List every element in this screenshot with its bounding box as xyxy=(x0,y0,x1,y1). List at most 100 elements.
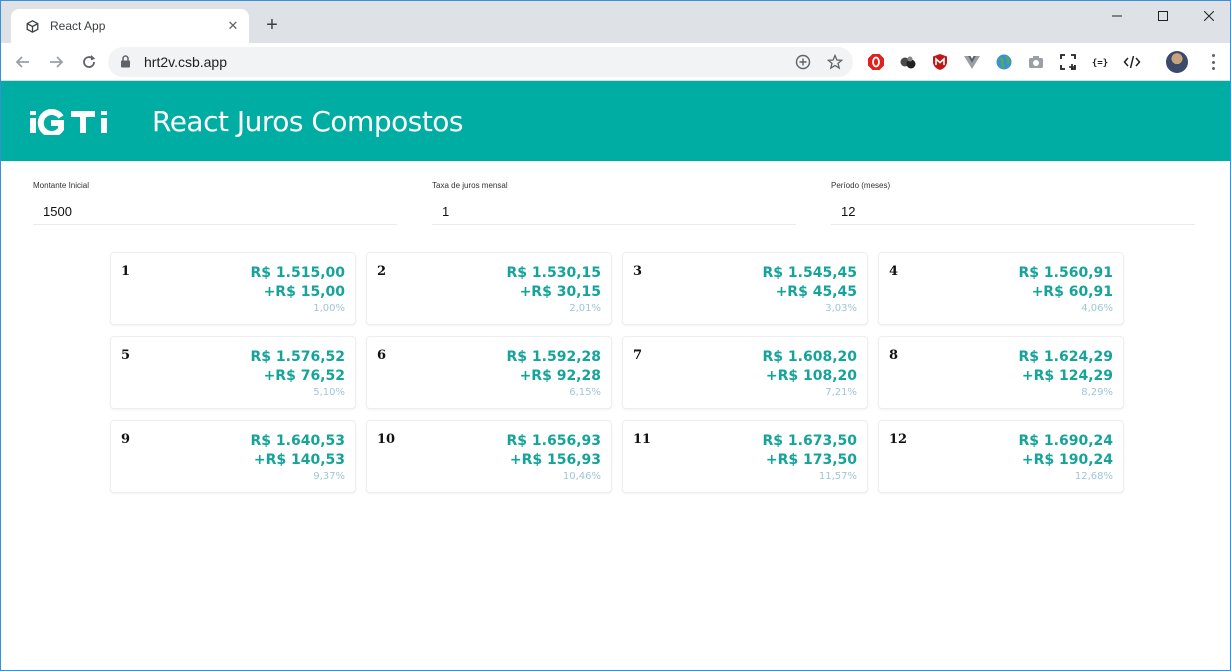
browser-window: React App ✕ + hrt2v.csb.app {=} React Ju… xyxy=(0,0,1231,671)
bookmark-star-icon[interactable] xyxy=(826,53,844,71)
card-percent: 9,37% xyxy=(313,471,345,482)
monthly-rate-field: Taxa de juros mensal xyxy=(432,181,796,225)
forward-arrow-icon[interactable] xyxy=(44,50,68,74)
card-month: 4 xyxy=(889,264,899,279)
browser-menu-icon[interactable] xyxy=(1205,52,1221,72)
form-row: Montante Inicial Taxa de juros mensal Pe… xyxy=(1,161,1230,231)
card-total: R$ 1.673,50 xyxy=(762,433,857,449)
extension-dots-icon[interactable] xyxy=(898,52,918,72)
card-month: 1 xyxy=(121,264,131,279)
installment-card: 4 R$ 1.560,91 +R$ 60,91 4,06% xyxy=(878,252,1124,325)
card-total: R$ 1.576,52 xyxy=(250,349,345,365)
card-total: R$ 1.656,93 xyxy=(506,433,601,449)
card-month: 11 xyxy=(633,432,652,447)
card-gain: +R$ 92,28 xyxy=(519,368,601,384)
page-title: React Juros Compostos xyxy=(152,105,464,138)
card-total: R$ 1.624,29 xyxy=(1018,349,1113,365)
monthly-rate-label: Taxa de juros mensal xyxy=(432,181,508,190)
card-percent: 10,46% xyxy=(562,471,601,482)
tab-title: React App xyxy=(50,19,106,33)
card-gain: +R$ 76,52 xyxy=(263,368,345,384)
installment-card: 7 R$ 1.608,20 +R$ 108,20 7,21% xyxy=(622,336,868,409)
card-percent: 2,01% xyxy=(569,303,601,314)
lock-icon xyxy=(120,55,131,73)
card-month: 5 xyxy=(121,348,131,363)
installment-card: 2 R$ 1.530,15 +R$ 30,15 2,01% xyxy=(366,252,612,325)
installment-card: 8 R$ 1.624,29 +R$ 124,29 8,29% xyxy=(878,336,1124,409)
card-percent: 3,03% xyxy=(825,303,857,314)
address-bar[interactable]: hrt2v.csb.app xyxy=(108,47,853,77)
installment-card: 9 R$ 1.640,53 +R$ 140,53 9,37% xyxy=(110,420,356,493)
screenshot-crop-icon[interactable] xyxy=(1058,52,1078,72)
json-formatter-icon[interactable]: {=} xyxy=(1090,52,1110,72)
period-label: Período (meses) xyxy=(831,181,891,190)
card-gain: +R$ 15,00 xyxy=(263,284,345,300)
tab-strip: React App ✕ + xyxy=(1,1,1230,43)
card-percent: 11,57% xyxy=(818,471,857,482)
card-month: 7 xyxy=(633,348,643,363)
card-total: R$ 1.515,00 xyxy=(250,265,345,281)
card-percent: 6,15% xyxy=(569,387,601,398)
minimize-button[interactable] xyxy=(1094,1,1140,31)
globe-extension-icon[interactable] xyxy=(994,52,1014,72)
new-tab-button[interactable]: + xyxy=(261,14,283,36)
card-month: 3 xyxy=(633,264,643,279)
card-month: 12 xyxy=(889,432,908,447)
code-devtools-icon[interactable] xyxy=(1122,52,1142,72)
card-month: 9 xyxy=(121,432,131,447)
card-total: R$ 1.560,91 xyxy=(1018,265,1113,281)
card-total: R$ 1.640,53 xyxy=(250,433,345,449)
card-gain: +R$ 140,53 xyxy=(253,452,345,468)
card-percent: 1,00% xyxy=(313,303,345,314)
card-total: R$ 1.690,24 xyxy=(1018,433,1113,449)
maximize-button[interactable] xyxy=(1140,1,1186,31)
card-gain: +R$ 45,45 xyxy=(775,284,857,300)
card-total: R$ 1.530,15 xyxy=(506,265,601,281)
period-field: Período (meses) xyxy=(831,181,1195,225)
installment-card: 3 R$ 1.545,45 +R$ 45,45 3,03% xyxy=(622,252,868,325)
initial-amount-input[interactable] xyxy=(33,199,397,225)
card-total: R$ 1.608,20 xyxy=(762,349,857,365)
igti-logo xyxy=(30,109,126,135)
card-percent: 7,21% xyxy=(825,387,857,398)
card-gain: +R$ 124,29 xyxy=(1021,368,1113,384)
monthly-rate-input[interactable] xyxy=(432,199,796,225)
installment-card: 6 R$ 1.592,28 +R$ 92,28 6,15% xyxy=(366,336,612,409)
installment-card: 5 R$ 1.576,52 +R$ 76,52 5,10% xyxy=(110,336,356,409)
browser-tab[interactable]: React App ✕ xyxy=(11,9,249,43)
card-gain: +R$ 30,15 xyxy=(519,284,601,300)
opera-extension-icon[interactable] xyxy=(866,52,886,72)
period-input[interactable] xyxy=(831,199,1195,225)
tab-close-icon[interactable]: ✕ xyxy=(225,18,241,34)
card-percent: 12,68% xyxy=(1074,471,1113,482)
initial-amount-field: Montante Inicial xyxy=(33,181,397,225)
vue-devtools-icon[interactable] xyxy=(962,52,982,72)
card-total: R$ 1.545,45 xyxy=(762,265,857,281)
installment-card: 12 R$ 1.690,24 +R$ 190,24 12,68% xyxy=(878,420,1124,493)
close-window-button[interactable] xyxy=(1186,1,1230,31)
reload-icon[interactable] xyxy=(77,50,101,74)
profile-avatar[interactable] xyxy=(1166,51,1188,73)
card-gain: +R$ 156,93 xyxy=(509,452,601,468)
browser-toolbar: hrt2v.csb.app {=} xyxy=(1,43,1230,81)
card-gain: +R$ 60,91 xyxy=(1031,284,1113,300)
installments-grid: 1 R$ 1.515,00 +R$ 15,00 1,00% 2 R$ 1.530,15 +… xyxy=(110,252,1124,493)
card-month: 8 xyxy=(889,348,899,363)
card-gain: +R$ 190,24 xyxy=(1021,452,1113,468)
add-to-page-icon[interactable] xyxy=(794,53,812,71)
card-gain: +R$ 173,50 xyxy=(765,452,857,468)
installment-card: 11 R$ 1.673,50 +R$ 173,50 11,57% xyxy=(622,420,868,493)
card-percent: 5,10% xyxy=(313,387,345,398)
url-text: hrt2v.csb.app xyxy=(144,54,228,70)
back-arrow-icon[interactable] xyxy=(11,50,35,74)
app-header: React Juros Compostos xyxy=(1,81,1230,161)
card-percent: 4,06% xyxy=(1081,303,1113,314)
card-month: 10 xyxy=(377,432,396,447)
installment-card: 10 R$ 1.656,93 +R$ 156,93 10,46% xyxy=(366,420,612,493)
card-month: 6 xyxy=(377,348,387,363)
card-gain: +R$ 108,20 xyxy=(765,368,857,384)
camera-icon[interactable] xyxy=(1026,52,1046,72)
codesandbox-favicon-icon xyxy=(24,18,40,34)
mcafee-shield-icon[interactable] xyxy=(930,52,950,72)
initial-amount-label: Montante Inicial xyxy=(33,181,90,190)
